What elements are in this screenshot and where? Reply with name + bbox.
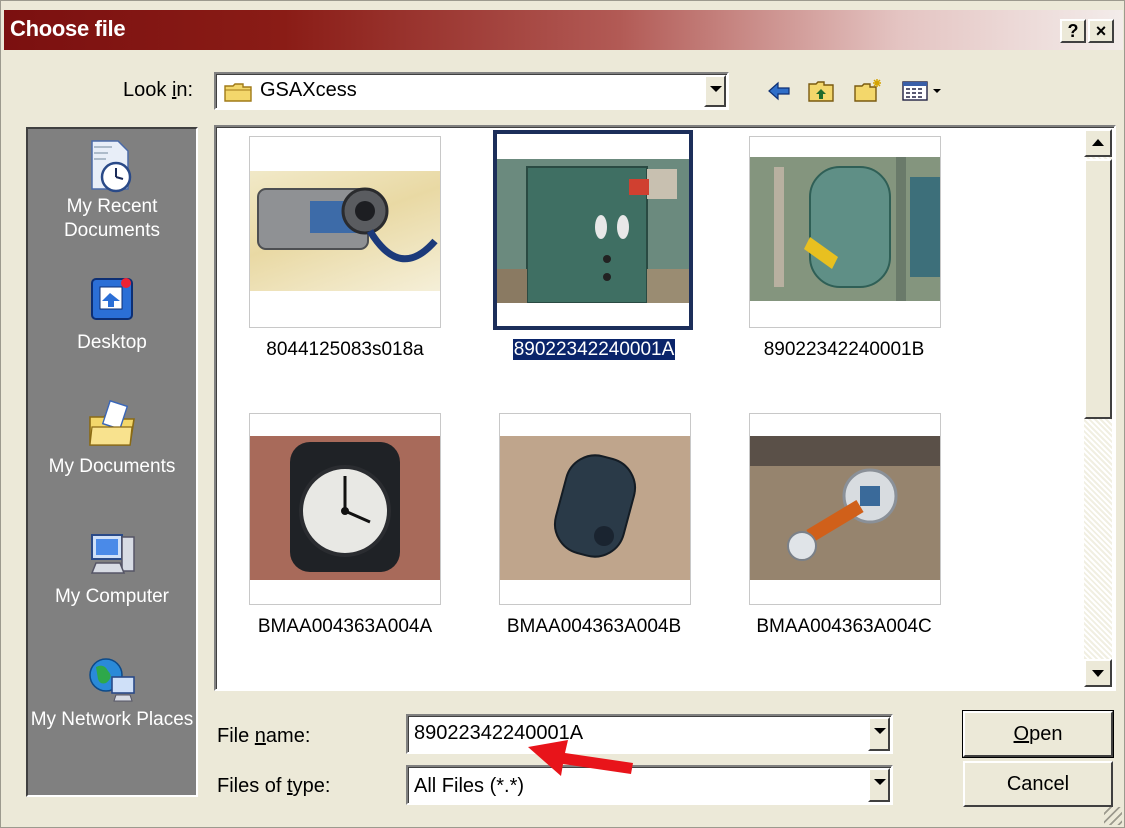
scroll-down-button[interactable] <box>1084 659 1112 687</box>
resize-grip[interactable] <box>1104 807 1122 825</box>
files-of-type-dropdown[interactable]: All Files (*.*) <box>406 765 893 805</box>
place-my-recent-documents[interactable]: My Recent Documents <box>28 139 196 243</box>
place-my-network-places[interactable]: My Network Places <box>28 653 196 731</box>
my-computer-icon <box>86 529 138 581</box>
place-label: My Documents <box>48 456 176 477</box>
scroll-thumb[interactable] <box>1084 159 1112 419</box>
file-name-label-selected[interactable]: 89022342240001A <box>474 338 714 361</box>
thumbnail-image-tank <box>750 157 940 301</box>
help-button[interactable]: ? <box>1060 19 1086 43</box>
file-name-dropdown-button[interactable] <box>868 717 890 751</box>
look-in-dropdown-button[interactable] <box>704 75 726 107</box>
place-desktop[interactable]: Desktop <box>28 275 196 355</box>
choose-file-dialog: Choose file ? × Look in: GSAXcess My Rec… <box>0 0 1125 828</box>
look-in-dropdown[interactable]: GSAXcess <box>214 72 729 110</box>
file-thumbnail[interactable] <box>749 413 941 605</box>
file-name-input[interactable]: 89022342240001A <box>406 714 893 754</box>
file-name-label[interactable]: 89022342240001B <box>724 339 964 361</box>
place-label: Desktop <box>77 332 147 353</box>
open-button[interactable]: Open <box>962 710 1114 758</box>
file-thumbnail-selected[interactable] <box>493 130 693 330</box>
files-of-type-value: All Files (*.*) <box>414 775 525 797</box>
file-thumbnail[interactable] <box>499 413 691 605</box>
network-places-icon <box>86 653 138 705</box>
thumbnail-image-electrical-cabinet <box>497 159 689 304</box>
file-name-label[interactable]: BMAA004363A004A <box>225 616 465 638</box>
file-name-label[interactable]: 8044125083s018a <box>225 339 465 361</box>
folder-icon <box>224 82 252 107</box>
file-thumbnail[interactable] <box>749 136 941 328</box>
scroll-up-button[interactable] <box>1084 129 1112 157</box>
places-bar: My Recent Documents Desktop My Documents… <box>26 127 198 797</box>
place-label: My Computer <box>54 586 170 607</box>
thumbnail-image-cylinder <box>500 436 690 580</box>
back-arrow-icon[interactable] <box>765 78 793 104</box>
file-name-label[interactable]: BMAA004363A004C <box>724 616 964 638</box>
look-in-value: GSAXcess <box>260 79 357 101</box>
file-list[interactable]: 8044125083s018a 89022342240001A 89022342… <box>214 125 1116 691</box>
thumbnail-image-gauge <box>250 436 440 580</box>
recent-documents-icon <box>86 139 138 193</box>
close-button[interactable]: × <box>1088 19 1114 43</box>
up-folder-icon[interactable] <box>807 78 835 104</box>
file-thumbnail[interactable] <box>249 413 441 605</box>
file-name-label: File name: <box>217 725 311 747</box>
dialog-title: Choose file <box>10 16 126 41</box>
views-menu-icon[interactable] <box>901 78 953 104</box>
thumbnail-image-part <box>750 436 940 580</box>
file-name-label[interactable]: BMAA004363A004B <box>474 616 714 638</box>
my-documents-icon <box>86 399 138 451</box>
desktop-icon <box>86 275 138 327</box>
files-of-type-dropdown-button[interactable] <box>868 768 890 802</box>
place-my-computer[interactable]: My Computer <box>28 529 196 609</box>
place-label: My Recent Documents <box>63 196 161 241</box>
cancel-button[interactable]: Cancel <box>963 761 1113 807</box>
files-of-type-label: Files of type: <box>217 775 331 797</box>
vertical-scrollbar[interactable] <box>1084 129 1112 687</box>
title-bar[interactable]: Choose file ? × <box>4 10 1123 50</box>
thumbnail-image-camera <box>250 171 440 291</box>
file-thumbnail[interactable] <box>249 136 441 328</box>
place-label: My Network Places <box>30 709 194 730</box>
red-arrow-annotation <box>528 740 633 776</box>
look-in-label: Look in: <box>123 79 194 101</box>
new-folder-icon[interactable] <box>853 78 881 104</box>
place-my-documents[interactable]: My Documents <box>28 399 196 479</box>
